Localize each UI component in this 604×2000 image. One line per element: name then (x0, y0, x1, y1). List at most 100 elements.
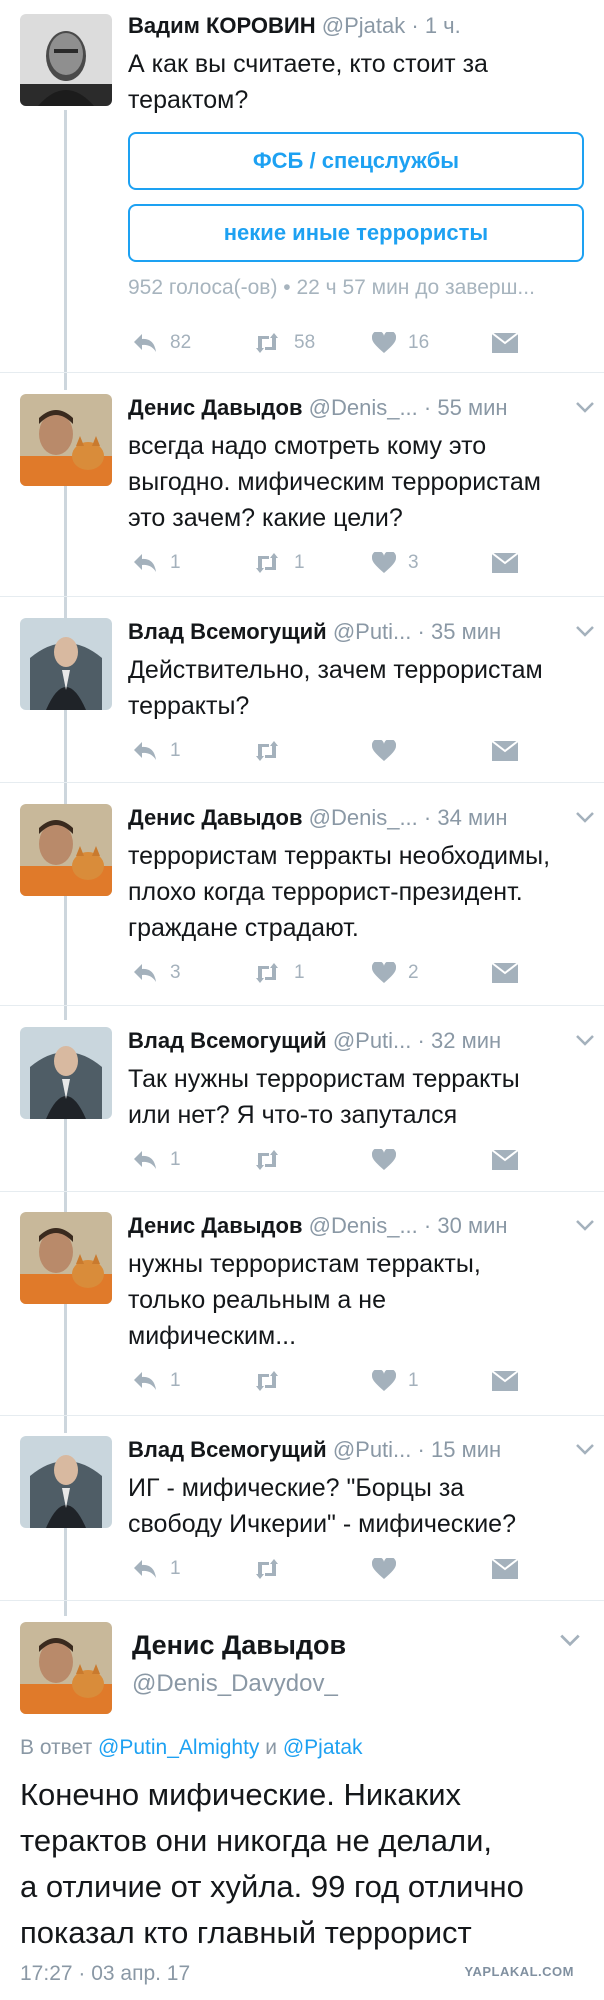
author-handle[interactable]: @Denis_Davydov_ (132, 1670, 338, 1698)
reply-button[interactable]: 1 (132, 1145, 181, 1175)
tweet[interactable]: Влад Всемогущий @Puti... · 35 мин Действ… (0, 614, 604, 784)
avatar[interactable] (20, 618, 112, 710)
dm-button[interactable] (492, 1554, 518, 1584)
poll-option-fsb[interactable]: ФСБ / спецслужбы (128, 132, 584, 190)
reply-icon (134, 1560, 156, 1578)
divider (0, 596, 604, 597)
retweet-button[interactable]: 1 (252, 958, 305, 988)
tweet-time[interactable]: 35 мин (431, 619, 501, 644)
tweet-actions: 1 1 (128, 1366, 528, 1396)
tweet-time[interactable]: 34 мин (437, 805, 507, 830)
main-tweet[interactable]: Денис Давыдов @Denis_Davydov_ В ответ @P… (0, 1618, 604, 2000)
author-name[interactable]: Влад Всемогущий (128, 1437, 327, 1462)
author-name[interactable]: Денис Давыдов (128, 395, 303, 420)
avatar[interactable] (20, 1622, 112, 1714)
reply-and: и (265, 1736, 278, 1759)
tweet[interactable]: Влад Всемогущий @Puti... · 32 мин Так ну… (0, 1023, 604, 1193)
poll-option-other[interactable]: некие иные террористы (128, 204, 584, 262)
reply-button[interactable]: 1 (132, 1366, 181, 1396)
dm-button[interactable] (492, 328, 518, 358)
chevron-down-icon[interactable] (574, 1438, 596, 1460)
author-handle[interactable]: @Pjatak (322, 13, 405, 38)
reply-button[interactable]: 82 (132, 328, 191, 358)
author-name[interactable]: Вадим КОРОВИН (128, 13, 316, 38)
tweet-text: ИГ - мифические? "Борцы за свободу Ичкер… (128, 1470, 584, 1542)
avatar[interactable] (20, 14, 112, 106)
like-button[interactable] (372, 1145, 408, 1175)
envelope-icon (492, 1559, 518, 1579)
reply-button[interactable]: 1 (132, 1554, 181, 1584)
tweet[interactable]: Денис Давыдов @Denis_... · 55 мин всегда… (0, 390, 604, 590)
reply-count: 1 (170, 1558, 181, 1579)
divider (0, 1191, 604, 1192)
tweet[interactable]: Денис Давыдов @Denis_... · 30 мин нужны … (0, 1208, 604, 1408)
dm-button[interactable] (492, 1366, 518, 1396)
author-handle[interactable]: @Puti... (333, 1437, 412, 1462)
divider (0, 1600, 604, 1601)
avatar[interactable] (20, 1027, 112, 1119)
dm-button[interactable] (492, 548, 518, 578)
author-handle[interactable]: @Denis_... (309, 805, 418, 830)
retweet-icon (256, 1559, 278, 1579)
chevron-down-icon[interactable] (574, 1214, 596, 1236)
tweet[interactable]: Вадим КОРОВИН @Pjatak · 1 ч. А как вы сч… (0, 8, 604, 368)
tweet-time[interactable]: 30 мин (437, 1213, 507, 1238)
retweet-button[interactable]: 1 (252, 548, 305, 578)
chevron-down-icon[interactable] (574, 1029, 596, 1051)
reply-icon (134, 1151, 156, 1169)
avatar[interactable] (20, 394, 112, 486)
reply-mention-2[interactable]: @Pjatak (283, 1736, 363, 1759)
dm-button[interactable] (492, 736, 518, 766)
dm-button[interactable] (492, 1145, 518, 1175)
reply-button[interactable]: 3 (132, 958, 181, 988)
like-count: 1 (408, 1370, 419, 1391)
tweet-time[interactable]: 55 мин (437, 395, 507, 420)
tweet-time[interactable]: 1 ч. (425, 13, 461, 38)
like-button[interactable]: 2 (372, 958, 419, 988)
author-handle[interactable]: @Puti... (333, 1028, 412, 1053)
tweet[interactable]: Влад Всемогущий @Puti... · 15 мин ИГ - м… (0, 1432, 604, 1602)
chevron-down-icon[interactable] (558, 1628, 582, 1652)
separator-dot: · (417, 619, 425, 644)
tweet-time[interactable]: 32 мин (431, 1028, 501, 1053)
chevron-down-icon[interactable] (574, 620, 596, 642)
retweet-button[interactable] (252, 1366, 294, 1396)
chevron-down-icon[interactable] (574, 396, 596, 418)
tweet-text: террористам терракты необходимы, плохо к… (128, 838, 584, 946)
author-handle[interactable]: @Puti... (333, 619, 412, 644)
reply-mention-1[interactable]: @Putin_Almighty (98, 1736, 259, 1759)
like-button[interactable]: 1 (372, 1366, 419, 1396)
author-handle[interactable]: @Denis_... (309, 1213, 418, 1238)
retweet-button[interactable] (252, 1554, 294, 1584)
dm-button[interactable] (492, 958, 518, 988)
tweet-time[interactable]: 15 мин (431, 1437, 501, 1462)
like-button[interactable]: 16 (372, 328, 429, 358)
chevron-down-icon[interactable] (574, 806, 596, 828)
like-button[interactable]: 3 (372, 548, 419, 578)
author-name[interactable]: Влад Всемогущий (128, 1028, 327, 1053)
author-name[interactable]: Денис Давыдов (128, 805, 303, 830)
tweet-header: Денис Давыдов @Denis_... · 30 мин (128, 1208, 594, 1244)
reply-button[interactable]: 1 (132, 736, 181, 766)
main-tweet-text: Конечно мифические. Никаких терактов они… (20, 1772, 584, 1956)
text-line: граждане страдают. (128, 914, 359, 942)
text-line: Конечно мифические. Никаких (20, 1777, 462, 1812)
like-button[interactable] (372, 736, 408, 766)
avatar[interactable] (20, 804, 112, 896)
retweet-button[interactable] (252, 736, 294, 766)
author-name[interactable]: Денис Давыдов (128, 1213, 303, 1238)
retweet-button[interactable]: 58 (252, 328, 315, 358)
author-name[interactable]: Денис Давыдов (132, 1630, 346, 1661)
separator-dot: · (417, 1028, 425, 1053)
author-handle[interactable]: @Denis_... (309, 395, 418, 420)
tweet-header: Денис Давыдов @Denis_... · 34 мин (128, 800, 594, 836)
reply-button[interactable]: 1 (132, 548, 181, 578)
retweet-button[interactable] (252, 1145, 294, 1175)
separator-dot: · (423, 395, 432, 420)
tweet-timestamp[interactable]: 17:27 · 03 апр. 17 (20, 1962, 190, 1986)
tweet[interactable]: Денис Давыдов @Denis_... · 34 мин террор… (0, 800, 604, 1000)
like-button[interactable] (372, 1554, 408, 1584)
avatar[interactable] (20, 1436, 112, 1528)
author-name[interactable]: Влад Всемогущий (128, 619, 327, 644)
avatar[interactable] (20, 1212, 112, 1304)
